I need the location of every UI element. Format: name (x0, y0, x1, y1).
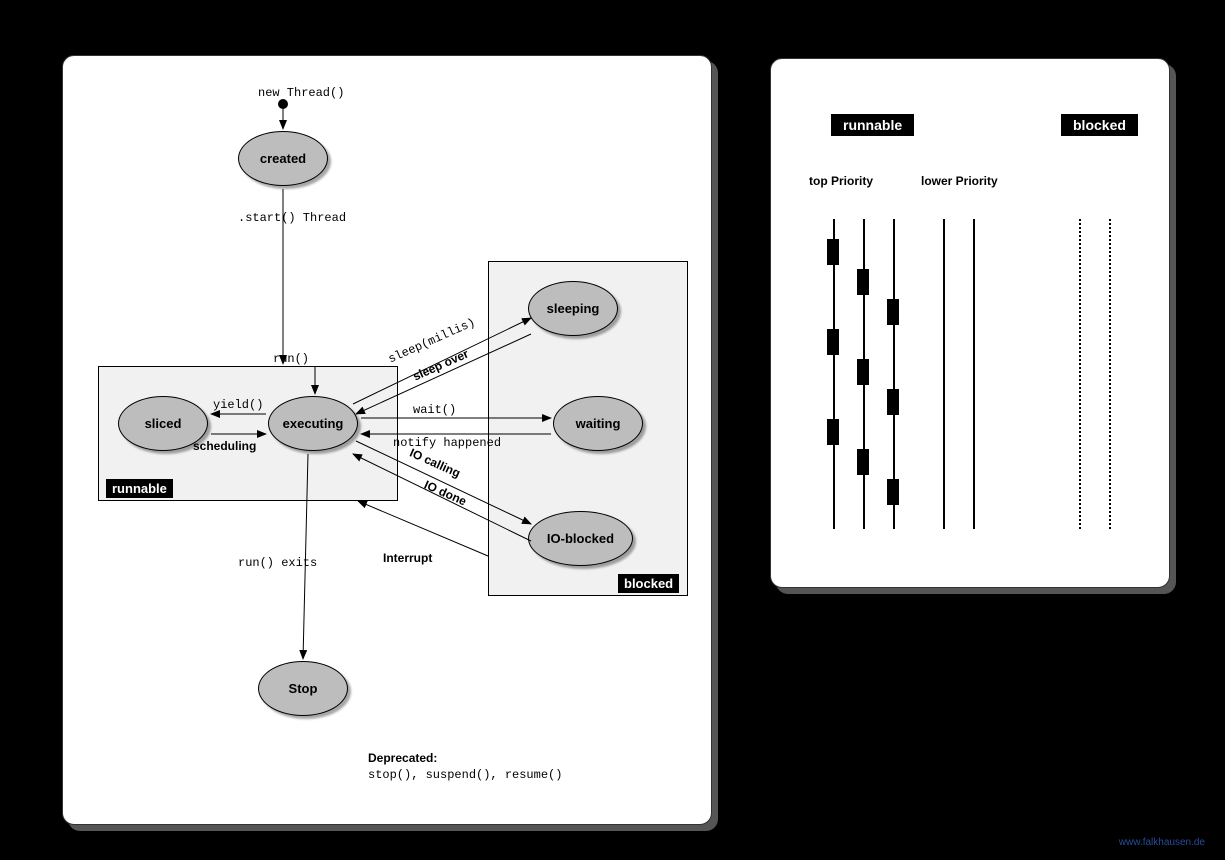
region-runnable-label: runnable (106, 479, 173, 498)
label-run-exits: run() exits (238, 556, 317, 570)
label-interrupt: Interrupt (383, 551, 432, 565)
label-notify: notify happened (393, 436, 501, 450)
exec-slot (827, 239, 839, 265)
state-waiting: waiting (553, 396, 643, 451)
label-lower-priority: lower Priority (921, 174, 998, 188)
exec-slot (827, 419, 839, 445)
deprecated-title: Deprecated: (368, 751, 437, 765)
state-executing: executing (268, 396, 358, 451)
label-new-thread: new Thread() (258, 86, 344, 100)
exec-slot (857, 269, 869, 295)
timeline-line (943, 219, 945, 529)
timeline-line-blocked (1109, 219, 1111, 529)
label-start-thread: .start() Thread (238, 211, 346, 225)
label-yield: yield() (213, 398, 263, 412)
panel-scheduling-timeline: runnable blocked top Priority lower Prio… (770, 58, 1170, 588)
state-created: created (238, 131, 328, 186)
state-stop: Stop (258, 661, 348, 716)
deprecated-body: stop(), suspend(), resume() (368, 768, 562, 782)
badge-blocked: blocked (1061, 114, 1138, 136)
state-io-blocked: IO-blocked (528, 511, 633, 566)
label-io-done: IO done (422, 478, 469, 509)
state-sleeping: sleeping (528, 281, 618, 336)
timeline-line-blocked (1079, 219, 1081, 529)
panel-state-diagram: blocked runnable created sliced executin… (62, 55, 712, 825)
footer-credit: www.falkhausen.de (1119, 837, 1205, 848)
badge-runnable: runnable (831, 114, 914, 136)
exec-slot (857, 359, 869, 385)
label-wait: wait() (413, 403, 456, 417)
label-io-calling: IO calling (407, 446, 462, 481)
exec-slot (857, 449, 869, 475)
exec-slot (887, 299, 899, 325)
label-run: run() (273, 352, 309, 366)
region-blocked-label: blocked (618, 574, 679, 593)
exec-slot (887, 389, 899, 415)
timeline-line (973, 219, 975, 529)
exec-slot (827, 329, 839, 355)
timeline-line (833, 219, 835, 529)
exec-slot (887, 479, 899, 505)
label-scheduling: scheduling (193, 439, 256, 453)
label-top-priority: top Priority (809, 174, 873, 188)
